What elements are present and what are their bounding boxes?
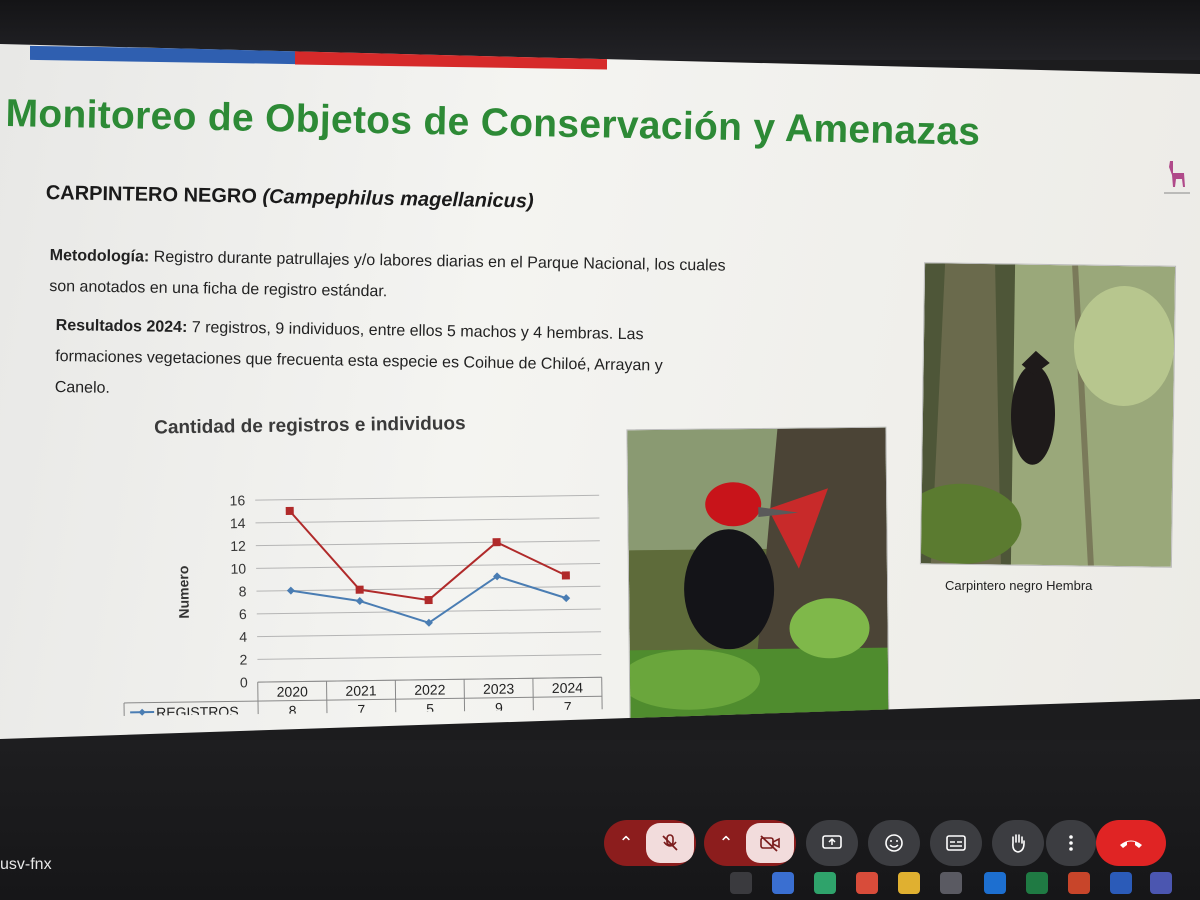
meeting-code: usv-fnx	[0, 856, 52, 873]
camera-options-chevron-icon[interactable]: ⌃	[706, 833, 746, 854]
x-tick-label: 2023	[483, 680, 515, 696]
y-tick-label: 0	[240, 674, 248, 690]
data-point	[561, 571, 570, 580]
table-border	[394, 680, 397, 716]
table-border	[257, 682, 260, 716]
data-point	[286, 586, 295, 595]
more-vertical-icon[interactable]	[1046, 820, 1096, 866]
taskbar-app-icon[interactable]	[940, 872, 962, 894]
data-point	[285, 506, 294, 516]
x-tick-label: 2024	[552, 680, 584, 696]
taskbar-powerpoint-icon[interactable]	[1068, 872, 1090, 894]
results-label: Resultados 2024:	[55, 316, 188, 337]
y-tick-label: 8	[239, 583, 247, 599]
gridline	[255, 494, 600, 501]
x-tick-label: 2022	[414, 681, 446, 697]
data-point	[424, 596, 433, 605]
x-tick-label: 2020	[277, 683, 309, 699]
data-point	[492, 538, 501, 547]
presentation-slide: Monitoreo de Objetos de Conservación y A…	[0, 44, 1200, 739]
chart-canvas: 0 2 4 6 8 10 12 14 16 Numero 2020 2021 2022 2023 2024 R…	[123, 492, 603, 716]
data-table-value: 8	[289, 703, 297, 716]
data-point	[562, 594, 571, 603]
gridline	[256, 585, 601, 592]
taskbar-app-icon[interactable]	[730, 872, 752, 894]
species-scientific-name: (Campephilus magellanicus)	[262, 185, 534, 213]
data-point	[355, 597, 364, 606]
table-border	[326, 681, 328, 716]
data-table-value: 9	[495, 700, 503, 716]
y-tick-label: 6	[239, 606, 247, 622]
taskbar-excel-icon[interactable]	[1026, 872, 1048, 894]
methodology-paragraph: Metodología: Registro durante patrullaje…	[49, 240, 740, 313]
y-tick-label: 2	[240, 651, 248, 667]
mic-control-group: ⌃	[604, 820, 696, 866]
data-table-value: 5	[426, 701, 434, 716]
y-tick-label: 12	[230, 538, 246, 554]
gridline	[255, 540, 600, 547]
gridline	[256, 608, 601, 615]
hang-up-icon[interactable]	[1096, 820, 1166, 866]
data-table-value: 7	[357, 702, 365, 716]
camera-control-group: ⌃	[704, 820, 796, 866]
photo-male-woodpecker	[626, 426, 890, 732]
data-point	[355, 585, 364, 594]
taskbar-app-icon[interactable]	[814, 872, 836, 894]
taskbar-folder-icon[interactable]	[898, 872, 920, 894]
y-tick-label: 14	[230, 515, 246, 531]
species-common-name: CARPINTERO NEGRO	[45, 182, 258, 208]
table-border	[124, 714, 603, 716]
gridline	[257, 631, 602, 638]
results-paragraph: Resultados 2024: 7 registros, 9 individu…	[55, 310, 706, 413]
photo-female-woodpecker	[919, 262, 1177, 568]
present-screen-icon[interactable]	[806, 820, 858, 866]
legend-label: REGISTROS	[156, 703, 239, 716]
emoji-icon[interactable]	[868, 820, 920, 866]
taskbar-app-icon[interactable]	[856, 872, 878, 894]
captions-icon[interactable]	[930, 820, 982, 866]
taskbar-outlook-icon[interactable]	[984, 872, 1006, 894]
raise-hand-icon[interactable]	[992, 820, 1044, 866]
taskbar-word-icon[interactable]	[1110, 872, 1132, 894]
taskbar-app-icon[interactable]	[772, 872, 794, 894]
guanaco-logo-icon	[1164, 161, 1190, 194]
gridline	[255, 517, 600, 524]
mic-options-chevron-icon[interactable]: ⌃	[606, 833, 646, 854]
gridline	[257, 654, 602, 660]
data-table-value: 7	[564, 699, 572, 715]
camera-off-icon[interactable]	[746, 823, 794, 863]
legend-key-marker	[138, 708, 146, 716]
x-tick-label: 2021	[345, 682, 377, 698]
y-axis-label: Numero	[175, 566, 192, 619]
taskbar-teams-icon[interactable]	[1150, 872, 1172, 894]
caption-female: Carpintero negro Hembra	[945, 578, 1093, 593]
table-border	[463, 679, 466, 716]
mic-off-icon[interactable]	[646, 823, 694, 863]
methodology-label: Metodología:	[49, 246, 150, 266]
y-tick-label: 10	[230, 560, 246, 576]
line-chart: Cantidad de registros e individuos 02468…	[118, 409, 612, 716]
table-border	[123, 702, 126, 716]
species-heading: CARPINTERO NEGRO (Campephilus magellanic…	[46, 182, 534, 214]
y-tick-label: 4	[239, 629, 247, 645]
slide-title: Monitoreo de Objetos de Conservación y A…	[5, 92, 981, 154]
y-tick-label: 16	[230, 492, 246, 508]
methodology-text: Registro durante patrullajes y/o labores…	[49, 248, 726, 301]
